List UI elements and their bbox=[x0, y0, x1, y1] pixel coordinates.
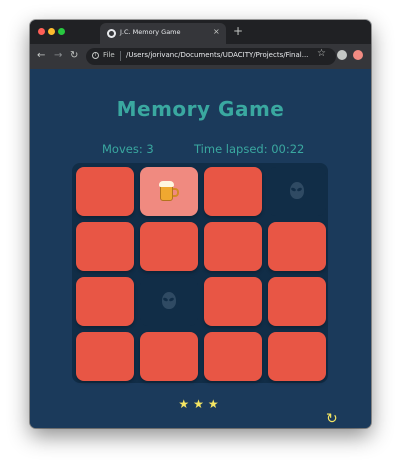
memory-card[interactable] bbox=[204, 277, 262, 326]
memory-card[interactable] bbox=[76, 167, 134, 216]
address-file-label: File bbox=[103, 51, 115, 59]
info-icon[interactable]: i bbox=[92, 52, 99, 59]
memory-card[interactable] bbox=[204, 332, 262, 381]
tab-close-icon[interactable]: × bbox=[213, 27, 220, 37]
memory-card[interactable] bbox=[140, 222, 198, 271]
memory-card[interactable] bbox=[268, 332, 326, 381]
restart-icon[interactable]: ↻ bbox=[326, 412, 338, 426]
forward-arrow-icon[interactable]: → bbox=[54, 50, 62, 62]
reload-icon[interactable]: ↻ bbox=[70, 50, 78, 62]
page-title: Memory Game bbox=[116, 97, 285, 121]
memory-card[interactable] bbox=[76, 332, 134, 381]
address-url[interactable]: /Users/jorivanc/Documents/UDACITY/Projec… bbox=[126, 51, 334, 59]
bookmark-star-icon[interactable]: ☆ bbox=[317, 48, 326, 60]
extension-icon[interactable] bbox=[353, 50, 363, 60]
tab-bar: J.C. Memory Game × + bbox=[30, 20, 371, 44]
new-tab-button[interactable]: + bbox=[233, 24, 243, 38]
address-divider bbox=[120, 51, 121, 61]
memory-card[interactable] bbox=[268, 167, 326, 216]
browser-tab[interactable]: J.C. Memory Game × bbox=[100, 23, 226, 44]
globe-icon bbox=[107, 29, 116, 38]
back-arrow-icon[interactable]: ← bbox=[37, 50, 45, 62]
alien-icon bbox=[268, 167, 326, 216]
address-bar[interactable]: i File /Users/jorivanc/Documents/UDACITY… bbox=[86, 48, 336, 65]
profile-avatar-icon[interactable] bbox=[337, 50, 347, 60]
beer-mug-icon bbox=[140, 167, 198, 216]
memory-card[interactable] bbox=[204, 167, 262, 216]
card-deck bbox=[72, 163, 328, 383]
game-page: Memory Game Moves: 3 Time lapsed: 00:22 … bbox=[30, 69, 371, 428]
close-window-button[interactable] bbox=[38, 28, 45, 35]
memory-card[interactable] bbox=[76, 277, 134, 326]
memory-card[interactable] bbox=[204, 222, 262, 271]
time-elapsed: Time lapsed: 00:22 bbox=[194, 142, 305, 156]
memory-card[interactable] bbox=[76, 222, 134, 271]
maximize-window-button[interactable] bbox=[58, 28, 65, 35]
memory-card[interactable] bbox=[140, 277, 198, 326]
browser-toolbar: ← → ↻ i File /Users/jorivanc/Documents/U… bbox=[30, 44, 371, 69]
memory-card[interactable] bbox=[140, 167, 198, 216]
alien-icon bbox=[140, 277, 198, 326]
star-rating: ★★★ bbox=[178, 397, 223, 411]
tab-title: J.C. Memory Game bbox=[120, 28, 181, 36]
memory-card[interactable] bbox=[140, 332, 198, 381]
minimize-window-button[interactable] bbox=[48, 28, 55, 35]
browser-window: J.C. Memory Game × + ← → ↻ i File /Users… bbox=[30, 20, 371, 428]
memory-card[interactable] bbox=[268, 222, 326, 271]
moves-counter: Moves: 3 bbox=[102, 142, 154, 156]
memory-card[interactable] bbox=[268, 277, 326, 326]
